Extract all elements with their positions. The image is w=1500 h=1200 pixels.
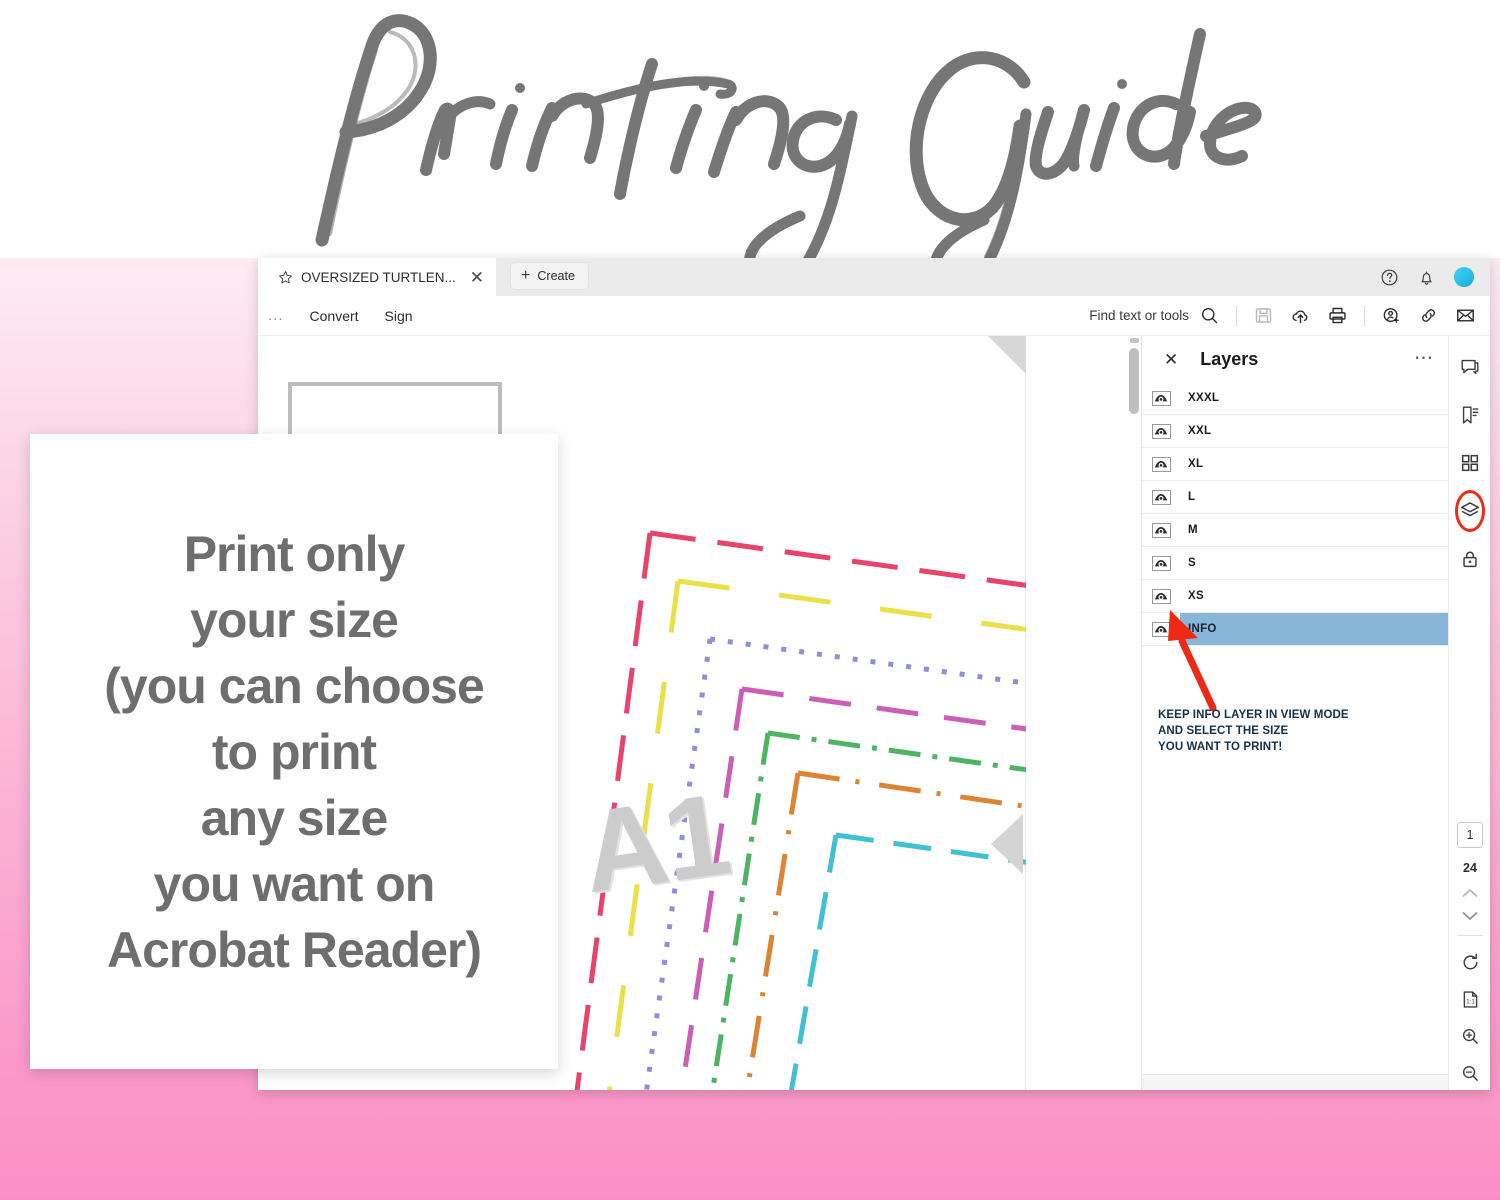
save-icon[interactable] (1253, 305, 1274, 326)
scrollbar-thumb[interactable] (1129, 348, 1139, 414)
zoom-in-icon[interactable] (1460, 1026, 1481, 1047)
lock-icon[interactable] (1459, 548, 1481, 570)
page-total-label: 24 (1463, 861, 1477, 875)
layer-row[interactable]: L (1142, 481, 1448, 514)
layers-panel-footer (1142, 1074, 1449, 1090)
page-edge-marker (991, 814, 1023, 874)
toolbar-menus: ... Convert Sign (258, 307, 413, 324)
layers-panel: ✕ Layers ⋯ XXXL XXL XL L M S XS INFO KEEP INFO … (1141, 336, 1449, 1090)
layer-name: L (1188, 491, 1196, 503)
close-icon[interactable]: ✕ (1164, 351, 1178, 368)
bell-icon[interactable] (1417, 268, 1436, 287)
rotate-icon[interactable] (1460, 952, 1481, 973)
layer-name: S (1188, 557, 1196, 569)
close-icon[interactable]: ✕ (470, 269, 484, 286)
layer-list: XXXL XXL XL L M S XS INFO (1142, 382, 1448, 646)
toolbar-divider-2 (1364, 305, 1365, 326)
eye-icon[interactable] (1151, 423, 1171, 439)
create-button-label: Create (537, 269, 575, 283)
find-tools-control[interactable]: Find text or tools (1089, 305, 1220, 326)
layers-panel-header: ✕ Layers ⋯ (1142, 336, 1448, 382)
layer-visibility-toggle[interactable] (1142, 522, 1180, 538)
menu-convert[interactable]: Convert (310, 308, 359, 324)
layer-visibility-toggle[interactable] (1142, 456, 1180, 472)
instruction-callout-card: Print only your size (you can choose to … (30, 434, 558, 1069)
more-options-icon[interactable]: ⋯ (1414, 349, 1434, 369)
layers-highlight-ellipse (1454, 490, 1485, 532)
link-icon[interactable] (1418, 305, 1439, 326)
toolbar-overflow-icon[interactable]: ... (268, 307, 284, 324)
layer-visibility-toggle[interactable] (1142, 390, 1180, 406)
toolbar-actions: Find text or tools (1089, 305, 1490, 326)
page-watermark: A1 (574, 768, 736, 918)
page-root: OVERSIZED TURTLEN... ✕ + Create ... Conv… (0, 0, 1500, 1200)
chevron-down-icon[interactable] (1462, 911, 1478, 921)
rail-bottom-controls: 1 24 1:1 (1449, 822, 1490, 1084)
title-banner (0, 0, 1500, 258)
star-icon[interactable] (278, 270, 293, 285)
window-controls (1380, 267, 1490, 296)
layer-name: XXXL (1188, 392, 1220, 404)
layer-visibility-toggle[interactable] (1142, 423, 1180, 439)
eye-icon[interactable] (1151, 489, 1171, 505)
print-icon[interactable] (1327, 305, 1348, 326)
main-toolbar: ... Convert Sign Find text or tools (258, 296, 1490, 336)
document-scrollbar[interactable] (1127, 336, 1141, 1090)
printing-guide-title-art (315, 14, 1262, 258)
bookmark-icon[interactable] (1459, 404, 1481, 426)
layer-visibility-toggle[interactable] (1142, 555, 1180, 571)
layer-row[interactable]: XXXL (1142, 382, 1448, 415)
mail-icon[interactable] (1455, 305, 1476, 326)
document-tab[interactable]: OVERSIZED TURTLEN... ✕ (264, 258, 497, 296)
tab-strip: OVERSIZED TURTLEN... ✕ + Create (258, 258, 1490, 296)
toolbar-divider (1236, 305, 1237, 326)
fit-page-icon[interactable]: 1:1 (1460, 989, 1481, 1010)
layers-annotation-text: KEEP INFO LAYER IN VIEW MODE AND SELECT … (1158, 709, 1349, 753)
layers-panel-title: Layers (1200, 348, 1259, 369)
layer-row[interactable]: XXL (1142, 415, 1448, 448)
find-input[interactable]: Find text or tools (1089, 308, 1189, 323)
eye-icon[interactable] (1151, 588, 1171, 604)
layer-name: XL (1188, 458, 1204, 470)
svg-text:1:1: 1:1 (1466, 998, 1475, 1005)
comment-icon[interactable] (1459, 356, 1481, 378)
page-corner-fold-top (988, 336, 1026, 374)
zoom-out-icon[interactable] (1460, 1063, 1481, 1084)
rail-divider (1457, 935, 1483, 936)
tab-label: OVERSIZED TURTLEN... (301, 269, 456, 285)
right-tool-rail: 1 24 1:1 (1448, 336, 1490, 1090)
page-number-input[interactable]: 1 (1457, 822, 1483, 848)
eye-icon[interactable] (1151, 456, 1171, 472)
search-icon[interactable] (1199, 305, 1220, 326)
upload-cloud-icon[interactable] (1290, 305, 1311, 326)
create-button[interactable]: + Create (510, 262, 589, 290)
instruction-callout-text: Print only your size (you can choose to … (104, 525, 485, 978)
layer-row[interactable]: XL (1142, 448, 1448, 481)
layer-name: M (1188, 524, 1198, 536)
eye-icon[interactable] (1151, 522, 1171, 538)
red-annotation-arrow (1168, 610, 1217, 712)
layer-name: XXL (1188, 425, 1212, 437)
layer-visibility-toggle[interactable] (1142, 588, 1180, 604)
chevron-up-icon[interactable] (1462, 888, 1478, 898)
plus-icon: + (521, 267, 531, 284)
eye-icon[interactable] (1151, 390, 1171, 406)
layer-row[interactable]: M (1142, 514, 1448, 547)
layer-visibility-toggle[interactable] (1142, 489, 1180, 505)
thumbnails-icon[interactable] (1459, 452, 1481, 474)
eye-icon[interactable] (1151, 555, 1171, 571)
scrollbar-top-cap (1130, 338, 1139, 343)
avatar[interactable] (1454, 267, 1474, 287)
help-icon[interactable] (1380, 268, 1399, 287)
add-comment-user-icon[interactable] (1381, 305, 1402, 326)
rail-layers-button[interactable] (1454, 490, 1485, 532)
layer-row[interactable]: S (1142, 547, 1448, 580)
menu-sign[interactable]: Sign (385, 308, 413, 324)
